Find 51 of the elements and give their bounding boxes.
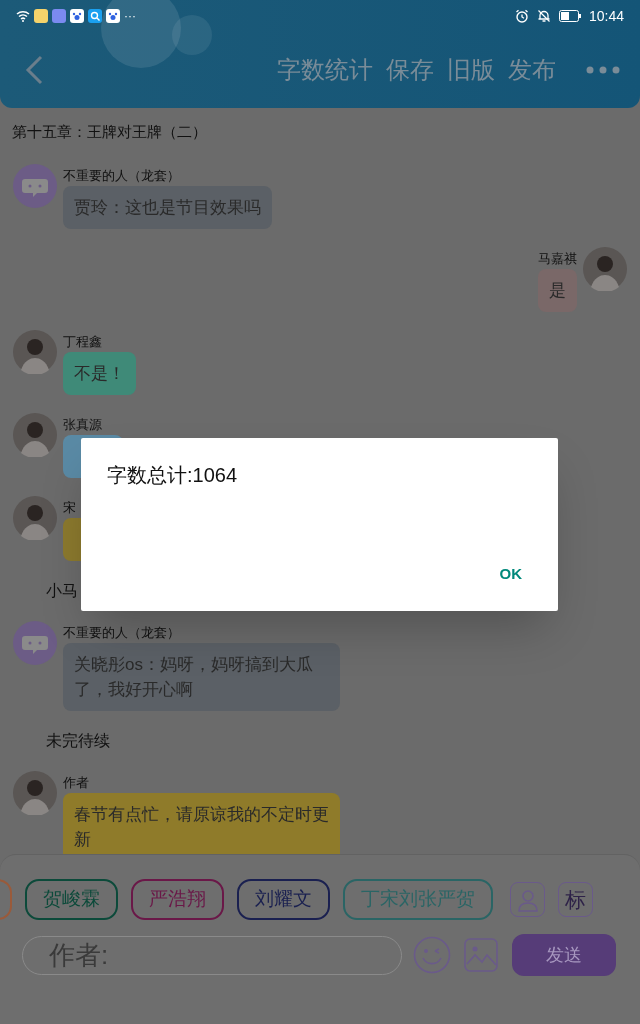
message-bubble: 是	[538, 269, 577, 312]
send-button[interactable]: 发送	[512, 934, 616, 976]
alarm-icon	[514, 9, 529, 23]
avatar-icon	[13, 413, 57, 457]
message-bubble: 贾玲：这也是节目效果吗	[63, 186, 272, 229]
app-notification-icon	[34, 9, 48, 23]
paw-icon	[70, 9, 84, 23]
app-notification-icon	[52, 9, 66, 23]
sender-name: 宋	[63, 501, 76, 514]
sender-name: 张真源	[63, 418, 102, 431]
sender-name: 不重要的人（龙套）	[63, 169, 180, 182]
more-notifications-text: ···	[124, 8, 136, 25]
toolbar-action[interactable]: 字数统计	[277, 52, 373, 88]
search-icon	[88, 9, 102, 23]
ok-button[interactable]: OK	[489, 556, 532, 591]
chat-bubble-avatar-icon	[13, 621, 57, 665]
image-icon[interactable]	[464, 938, 498, 972]
wink-emoji-icon[interactable]	[413, 936, 451, 974]
clock-text: 10:44	[588, 6, 624, 26]
toolbar-action[interactable]: 发布	[508, 52, 556, 88]
message-bubble: 春节有点忙，请原谅我的不定时更新	[63, 793, 340, 854]
chapter-title: 第十五章：王牌对王牌（二）	[11, 122, 208, 142]
sender-name: 不重要的人（龙套）	[63, 626, 180, 639]
avatar-icon	[13, 771, 57, 815]
toolbar-action[interactable]: 旧版	[447, 52, 495, 88]
message-bubble: 关晓彤os：妈呀，妈呀搞到大瓜了，我好开心啊	[63, 643, 340, 711]
tag-button[interactable]: 标	[558, 882, 593, 917]
avatar-icon	[583, 247, 627, 291]
avatar-icon	[13, 330, 57, 374]
sender-name: 丁程鑫	[63, 335, 102, 348]
paw-icon	[106, 9, 120, 23]
narration-text: 小马	[45, 581, 79, 601]
role-chip[interactable]: 贺峻霖	[25, 879, 118, 920]
toolbar-action[interactable]: 保存	[386, 52, 434, 88]
wifi-icon	[16, 10, 30, 22]
more-icon	[586, 66, 620, 74]
sender-name: 作者	[63, 776, 89, 789]
role-chip[interactable]: 严浩翔	[131, 879, 224, 920]
character-button[interactable]	[510, 882, 545, 917]
bell-off-icon	[536, 9, 551, 23]
role-chip[interactable]: 丁宋刘张严贺	[343, 879, 493, 920]
back-icon	[25, 55, 43, 85]
avatar-icon	[13, 496, 57, 540]
chat-bubble-avatar-icon	[13, 164, 57, 208]
message-bubble: 不是！	[63, 352, 136, 395]
person-icon	[516, 887, 539, 912]
narration-text: 未完待续	[45, 731, 111, 751]
dialog-message: 字数总计:1064	[107, 463, 239, 488]
sender-name: 马嘉祺	[538, 252, 577, 265]
battery-icon	[558, 10, 581, 22]
role-chip[interactable]: 刘耀文	[237, 879, 330, 920]
